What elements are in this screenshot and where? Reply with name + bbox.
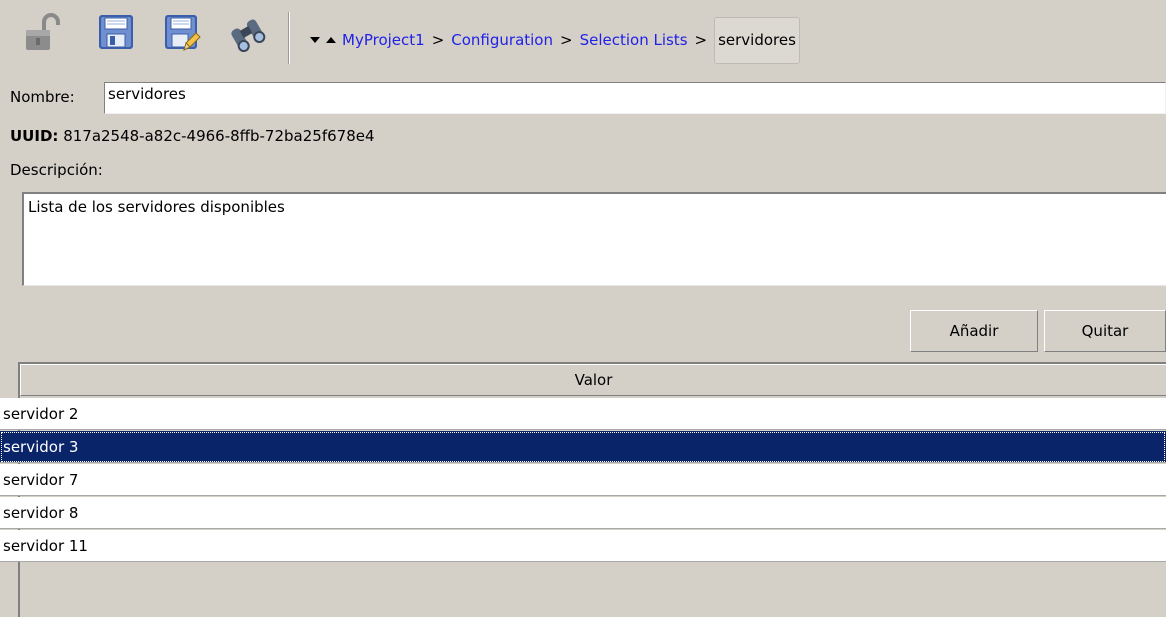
breadcrumb: MyProject1 > Configuration > Selection L… (310, 14, 800, 66)
toolbar: MyProject1 > Configuration > Selection L… (0, 0, 1166, 76)
breadcrumb-separator: > (560, 31, 573, 49)
uuid-row: UUID: 817a2548-a82c-4966-8ffb-72ba25f678… (10, 127, 375, 145)
breadcrumb-separator: > (431, 31, 445, 49)
name-label: Nombre: (10, 88, 75, 106)
arrow-down-icon[interactable] (310, 37, 320, 43)
name-field[interactable]: servidores (104, 82, 1166, 114)
description-label: Descripción: (10, 161, 103, 179)
breadcrumb-separator: > (694, 31, 708, 49)
table-row[interactable]: servidor 11 (0, 530, 1166, 562)
table-header-valor[interactable]: Valor (20, 364, 1166, 396)
breadcrumb-myproject1[interactable]: MyProject1 (342, 31, 425, 49)
add-button[interactable]: Añadir (910, 310, 1038, 352)
table-row-selected[interactable]: servidor 3 (0, 431, 1166, 463)
breadcrumb-configuration[interactable]: Configuration (451, 31, 553, 49)
binoculars-icon[interactable] (226, 12, 266, 52)
table-row[interactable]: servidor 7 (0, 464, 1166, 496)
remove-button[interactable]: Quitar (1044, 310, 1166, 352)
lock-open-icon[interactable] (22, 12, 62, 52)
breadcrumb-selection-lists[interactable]: Selection Lists (580, 31, 688, 49)
toolbar-separator (288, 12, 290, 64)
table-row[interactable]: servidor 2 (0, 398, 1166, 430)
uuid-label: UUID: (10, 127, 59, 145)
save-icon[interactable] (96, 12, 136, 52)
save-as-icon[interactable] (162, 12, 202, 52)
description-field[interactable]: Lista de los servidores disponibles (22, 192, 1166, 286)
breadcrumb-current[interactable]: servidores (714, 16, 800, 64)
uuid-value: 817a2548-a82c-4966-8ffb-72ba25f678e4 (63, 127, 375, 145)
arrow-up-icon[interactable] (326, 37, 336, 43)
table-row[interactable]: servidor 8 (0, 497, 1166, 529)
